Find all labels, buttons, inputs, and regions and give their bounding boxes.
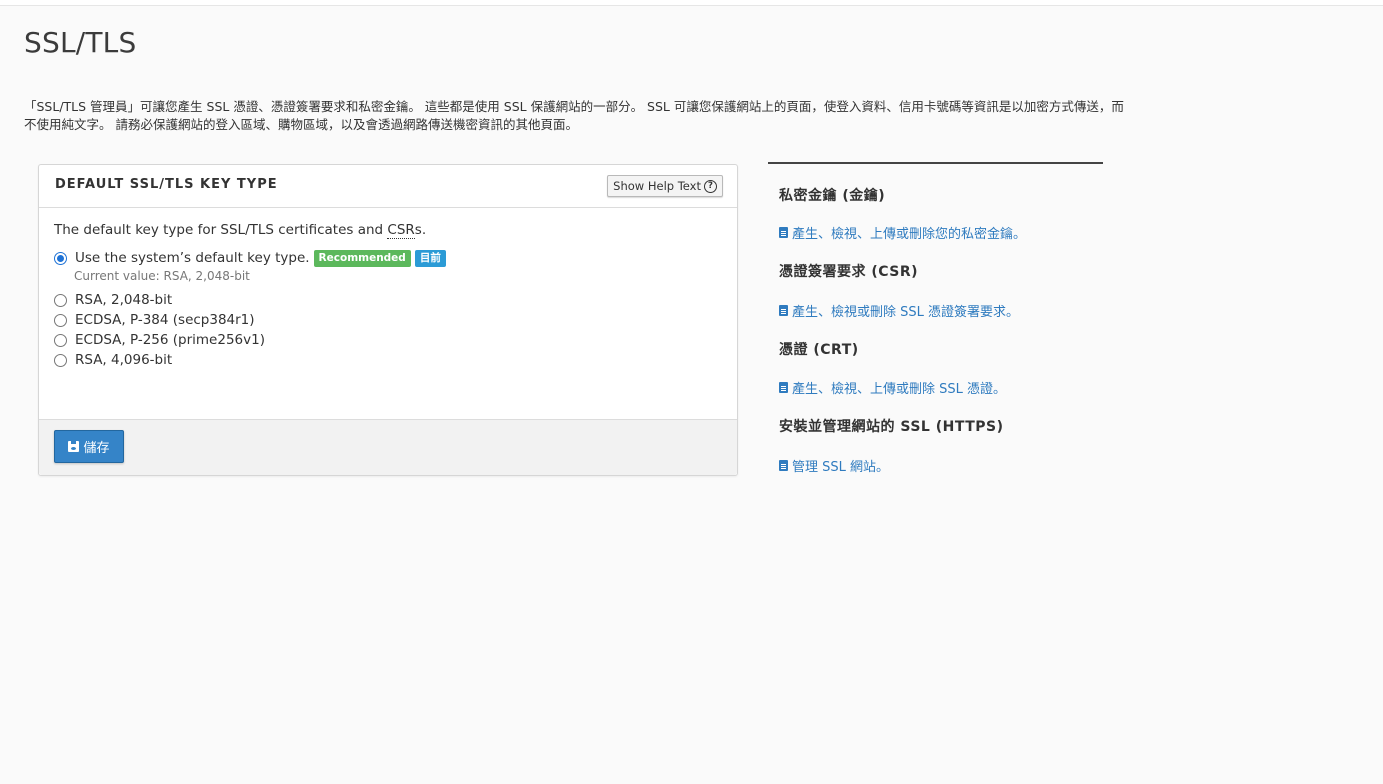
option-label: Use the system’s default key type. [75,250,310,266]
sidebar-heading-crt: 憑證 (CRT) [779,342,859,358]
sidebar-heading-csr: 憑證簽署要求 (CSR) [779,264,919,280]
panel-header: DEFAULT SSL/TLS KEY TYPE Show Help Text … [39,165,737,208]
panel-title: DEFAULT SSL/TLS KEY TYPE [55,177,278,192]
panel-footer: 儲存 [39,419,737,475]
link-manage-ssl-sites[interactable]: 管理 SSL 網站。 [779,456,1103,475]
page-title: SSL/TLS [24,26,137,59]
link-private-keys[interactable]: 產生、檢視、上傳或刪除您的私密金鑰。 [779,223,1103,242]
sidebar-heading-private-keys: 私密金鑰 (金鑰) [779,188,886,204]
help-button-label: Show Help Text [613,179,701,193]
link-label: 產生、檢視、上傳或刪除您的私密金鑰。 [792,226,1027,242]
current-value-text: Current value: RSA, 2,048-bit [74,269,250,283]
radio-ecdsa-p384[interactable] [54,313,67,327]
current-badge: 目前 [414,249,446,267]
link-label: 產生、檢視、上傳或刪除 SSL 憑證。 [792,381,1007,397]
option-label: RSA, 2,048-bit [75,292,173,308]
link-label: 管理 SSL 網站。 [792,459,890,475]
recommended-badge: Recommended [313,249,411,267]
link-csr[interactable]: 產生、檢視或刪除 SSL 憑證簽署要求。 [779,301,1103,320]
option-rsa-2048[interactable]: RSA, 2,048-bit [54,290,722,310]
sidebar-heading-manage-ssl: 安裝並管理網站的 SSL (HTTPS) [779,419,1004,435]
option-ecdsa-p256[interactable]: ECDSA, P-256 (prime256v1) [54,330,722,350]
option-rsa-4096[interactable]: RSA, 4,096-bit [54,350,722,370]
option-label: RSA, 4,096-bit [75,352,173,368]
radio-ecdsa-p256[interactable] [54,333,67,347]
related-links-sidebar: 私密金鑰 (金鑰) 產生、檢視、上傳或刪除您的私密金鑰。 憑證簽署要求 (CSR… [768,162,1103,475]
csr-abbr: CSR [387,222,415,239]
intro-text: 「SSL/TLS 管理員」可讓您產生 SSL 憑證、憑證簽署要求和私密金鑰。 這… [24,99,1124,132]
save-button-label: 儲存 [83,441,110,456]
radio-system-default[interactable] [54,251,67,265]
option-label: ECDSA, P-384 (secp384r1) [75,312,255,328]
link-certificates[interactable]: 產生、檢視、上傳或刪除 SSL 憑證。 [779,378,1103,397]
option-system-default[interactable]: Use the system’s default key type. Recom… [54,248,722,268]
description-text: The default key type for SSL/TLS certifi… [54,222,388,238]
save-icon [68,441,80,452]
radio-rsa-4096[interactable] [54,353,67,367]
option-ecdsa-p384[interactable]: ECDSA, P-384 (secp384r1) [54,310,722,330]
question-circle-icon: ? [704,179,717,193]
description-suffix: s. [414,222,427,238]
radio-rsa-2048[interactable] [54,293,67,307]
show-help-text-button[interactable]: Show Help Text ? [607,175,723,197]
document-icon [779,459,788,471]
panel-body: The default key type for SSL/TLS certifi… [39,208,737,434]
document-icon [779,304,788,316]
document-icon [779,381,788,393]
option-label: ECDSA, P-256 (prime256v1) [75,332,265,348]
document-icon [779,226,788,238]
top-strip [0,0,1383,6]
key-type-description: The default key type for SSL/TLS certifi… [54,222,722,239]
key-type-panel: DEFAULT SSL/TLS KEY TYPE Show Help Text … [38,164,738,476]
link-label: 產生、檢視或刪除 SSL 憑證簽署要求。 [792,304,1020,320]
save-button[interactable]: 儲存 [54,430,124,463]
